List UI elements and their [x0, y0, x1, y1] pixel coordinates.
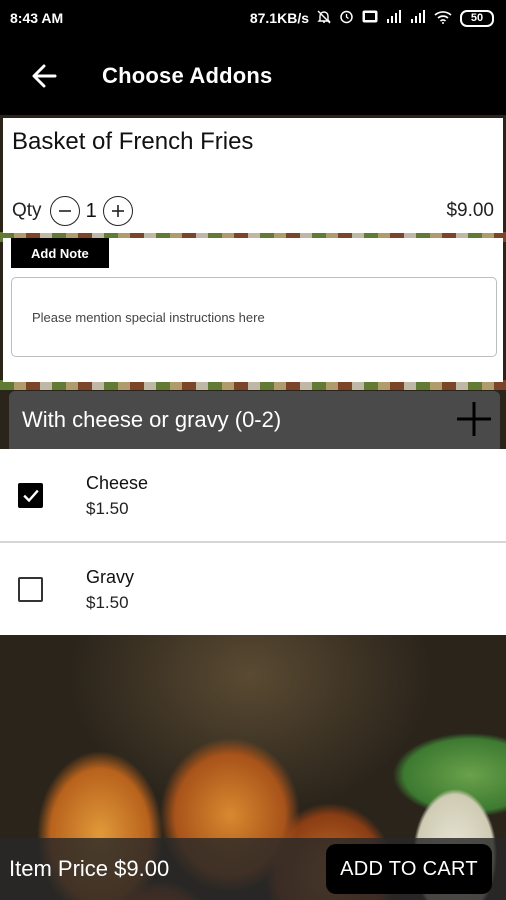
add-note-tab[interactable]: Add Note — [11, 238, 109, 268]
decrease-qty-button[interactable] — [49, 196, 80, 226]
checkmark-icon — [22, 489, 39, 502]
page-title: Choose Addons — [102, 62, 273, 88]
addon-group-header[interactable]: With cheese or gravy (0-2) — [9, 391, 500, 449]
network-speed: 87.1KB/s — [249, 10, 309, 26]
addon-price: $1.50 — [86, 499, 129, 518]
addon-option-gravy[interactable]: Gravy $1.50 — [0, 543, 506, 635]
gravy-checkbox[interactable] — [18, 577, 43, 602]
mute-icon — [317, 10, 331, 27]
special-instructions-input[interactable] — [11, 277, 497, 357]
item-card: Basket of French Fries Qty 1 $9.00 — [3, 118, 503, 233]
qty-value: 1 — [85, 199, 97, 222]
addon-name: Gravy — [86, 567, 135, 587]
addon-price: $1.50 — [86, 593, 129, 612]
status-time: 8:43 AM — [10, 10, 64, 26]
signal-icon — [410, 10, 426, 26]
battery-icon: 50 — [460, 9, 494, 27]
arrow-left-icon[interactable] — [14, 46, 74, 106]
addon-option-cheese[interactable]: Cheese $1.50 — [0, 449, 506, 541]
wifi-icon — [434, 10, 452, 27]
qty-label: Qty — [12, 200, 42, 221]
plus-icon[interactable] — [454, 399, 494, 439]
signal-icon — [386, 10, 402, 26]
addon-group-title: With cheese or gravy (0-2) — [22, 407, 282, 432]
app-bar: Choose Addons — [0, 36, 506, 115]
item-price: $9.00 — [446, 200, 494, 221]
alarm-icon — [339, 9, 354, 27]
note-card: Add Note — [3, 238, 503, 382]
minus-icon — [58, 210, 71, 212]
status-bar: 8:43 AM 87.1KB/s 50 — [0, 0, 506, 36]
addon-name: Cheese — [86, 473, 149, 493]
bottom-bar: Item Price $9.00 ADD TO CART — [0, 838, 506, 900]
item-price-total: Item Price $9.00 — [9, 856, 170, 881]
increase-qty-button[interactable] — [102, 196, 133, 226]
volte-icon — [362, 10, 378, 26]
add-to-cart-button[interactable]: ADD TO CART — [326, 844, 492, 894]
plus-icon — [111, 205, 124, 217]
status-icons: 87.1KB/s 50 — [250, 9, 494, 27]
item-name: Basket of French Fries — [12, 128, 254, 155]
quantity-stepper: Qty 1 $9.00 — [12, 196, 494, 226]
cheese-checkbox[interactable] — [18, 483, 43, 508]
